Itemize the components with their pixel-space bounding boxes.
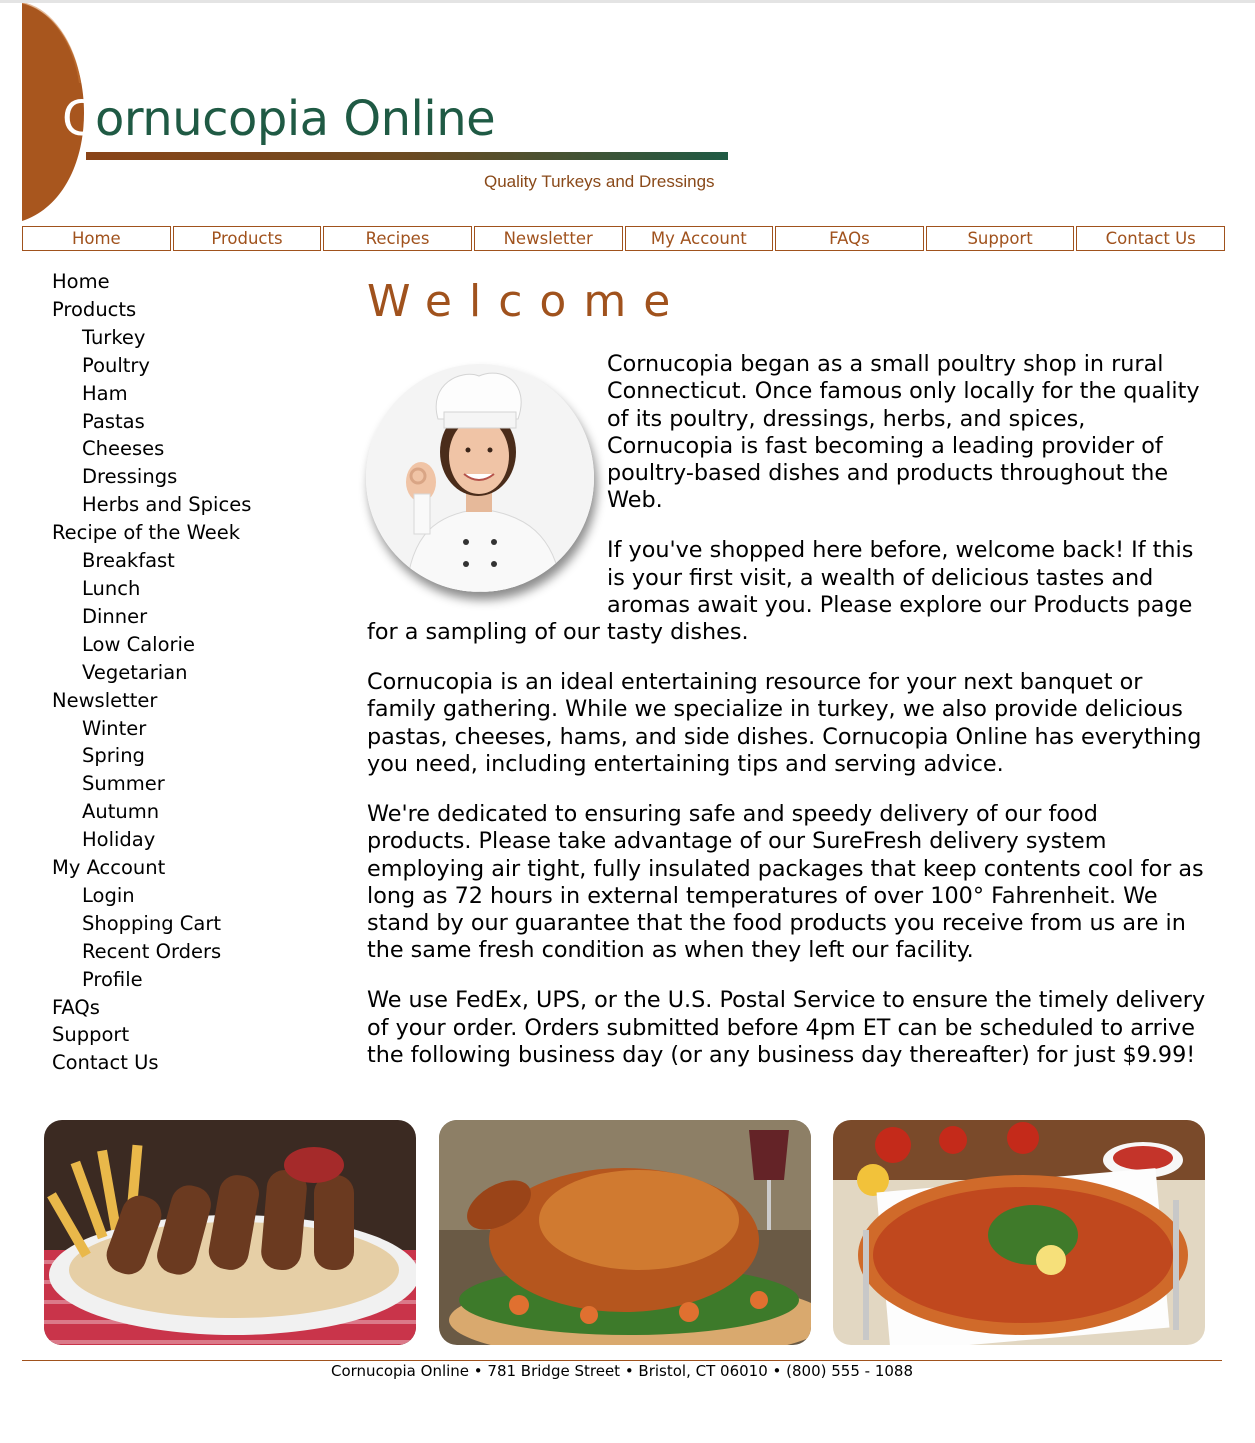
topnav-faqs[interactable]: FAQs bbox=[775, 226, 924, 251]
sidenav-item-shopping-cart[interactable]: Shopping Cart bbox=[52, 910, 342, 938]
topnav-my-account[interactable]: My Account bbox=[624, 226, 774, 251]
sidenav-item-vegetarian[interactable]: Vegetarian bbox=[52, 659, 342, 687]
logo-title: Cornucopia Online bbox=[62, 91, 496, 147]
sidenav-item-dressings[interactable]: Dressings bbox=[52, 463, 342, 491]
sidenav-item-recent-orders[interactable]: Recent Orders bbox=[52, 938, 342, 966]
sidenav-item-lunch[interactable]: Lunch bbox=[52, 575, 342, 603]
footer-address: Cornucopia Online • 781 Bridge Street • … bbox=[331, 1362, 913, 1380]
topnav-newsletter[interactable]: Newsletter bbox=[473, 226, 623, 251]
sidenav-item-low-calorie[interactable]: Low Calorie bbox=[52, 631, 342, 659]
sidenav-item-profile[interactable]: Profile bbox=[52, 966, 342, 994]
sidenav-item-my-account[interactable]: My Account bbox=[52, 854, 342, 882]
side-navigation: Home Products Turkey Poultry Ham Pastas Cheese… bbox=[52, 268, 342, 1077]
sidenav-item-winter[interactable]: Winter bbox=[52, 715, 342, 743]
sidenav-item-support[interactable]: Support bbox=[52, 1021, 342, 1049]
main-content: Cornucopia began as a small poultry shop… bbox=[367, 351, 1207, 1092]
sidenav-item-cheeses[interactable]: Cheeses bbox=[52, 435, 342, 463]
topnav-products[interactable]: Products bbox=[172, 226, 322, 251]
top-navigation: Home Products Recipes Newsletter My Acco… bbox=[22, 226, 1225, 251]
page-title: Welcome bbox=[367, 276, 688, 327]
sidenav-item-holiday[interactable]: Holiday bbox=[52, 826, 342, 854]
sidenav-item-poultry[interactable]: Poultry bbox=[52, 352, 342, 380]
sidenav-item-summer[interactable]: Summer bbox=[52, 770, 342, 798]
sidenav-item-pastas[interactable]: Pastas bbox=[52, 408, 342, 436]
sidenav-item-contact-us[interactable]: Contact Us bbox=[52, 1049, 342, 1077]
sidenav-item-ham[interactable]: Ham bbox=[52, 380, 342, 408]
topnav-home[interactable]: Home bbox=[22, 226, 171, 251]
paragraph: Cornucopia is an ideal entertaining reso… bbox=[367, 669, 1202, 778]
topnav-support[interactable]: Support bbox=[925, 226, 1075, 251]
food-photo-lahmacun bbox=[833, 1120, 1205, 1345]
topnav-recipes[interactable]: Recipes bbox=[323, 226, 472, 251]
sidenav-item-login[interactable]: Login bbox=[52, 882, 342, 910]
footer-divider bbox=[22, 1360, 1222, 1361]
sidenav-item-turkey[interactable]: Turkey bbox=[52, 324, 342, 352]
sidenav-item-dinner[interactable]: Dinner bbox=[52, 603, 342, 631]
paragraph: We're dedicated to ensuring safe and spe… bbox=[367, 800, 1204, 964]
logo-tagline: Quality Turkeys and Dressings bbox=[484, 172, 715, 191]
sidenav-item-faqs[interactable]: FAQs bbox=[52, 994, 342, 1022]
site-logo[interactable]: Cornucopia Online Quality Turkeys and Dr… bbox=[21, 2, 742, 221]
sidenav-item-home[interactable]: Home bbox=[52, 268, 342, 296]
food-photo-roast-turkey bbox=[439, 1120, 811, 1345]
sidenav-item-autumn[interactable]: Autumn bbox=[52, 798, 342, 826]
paragraph: We use FedEx, UPS, or the U.S. Postal Se… bbox=[367, 987, 1206, 1068]
sidenav-item-spring[interactable]: Spring bbox=[52, 742, 342, 770]
food-photo-sausages bbox=[44, 1120, 416, 1345]
sidenav-item-herbs-and-spices[interactable]: Herbs and Spices bbox=[52, 491, 342, 519]
sidenav-item-newsletter[interactable]: Newsletter bbox=[52, 687, 342, 715]
sidenav-item-recipe-of-the-week[interactable]: Recipe of the Week bbox=[52, 519, 342, 547]
sidenav-item-breakfast[interactable]: Breakfast bbox=[52, 547, 342, 575]
topnav-contact-us[interactable]: Contact Us bbox=[1076, 226, 1225, 251]
sidenav-item-products[interactable]: Products bbox=[52, 296, 342, 324]
